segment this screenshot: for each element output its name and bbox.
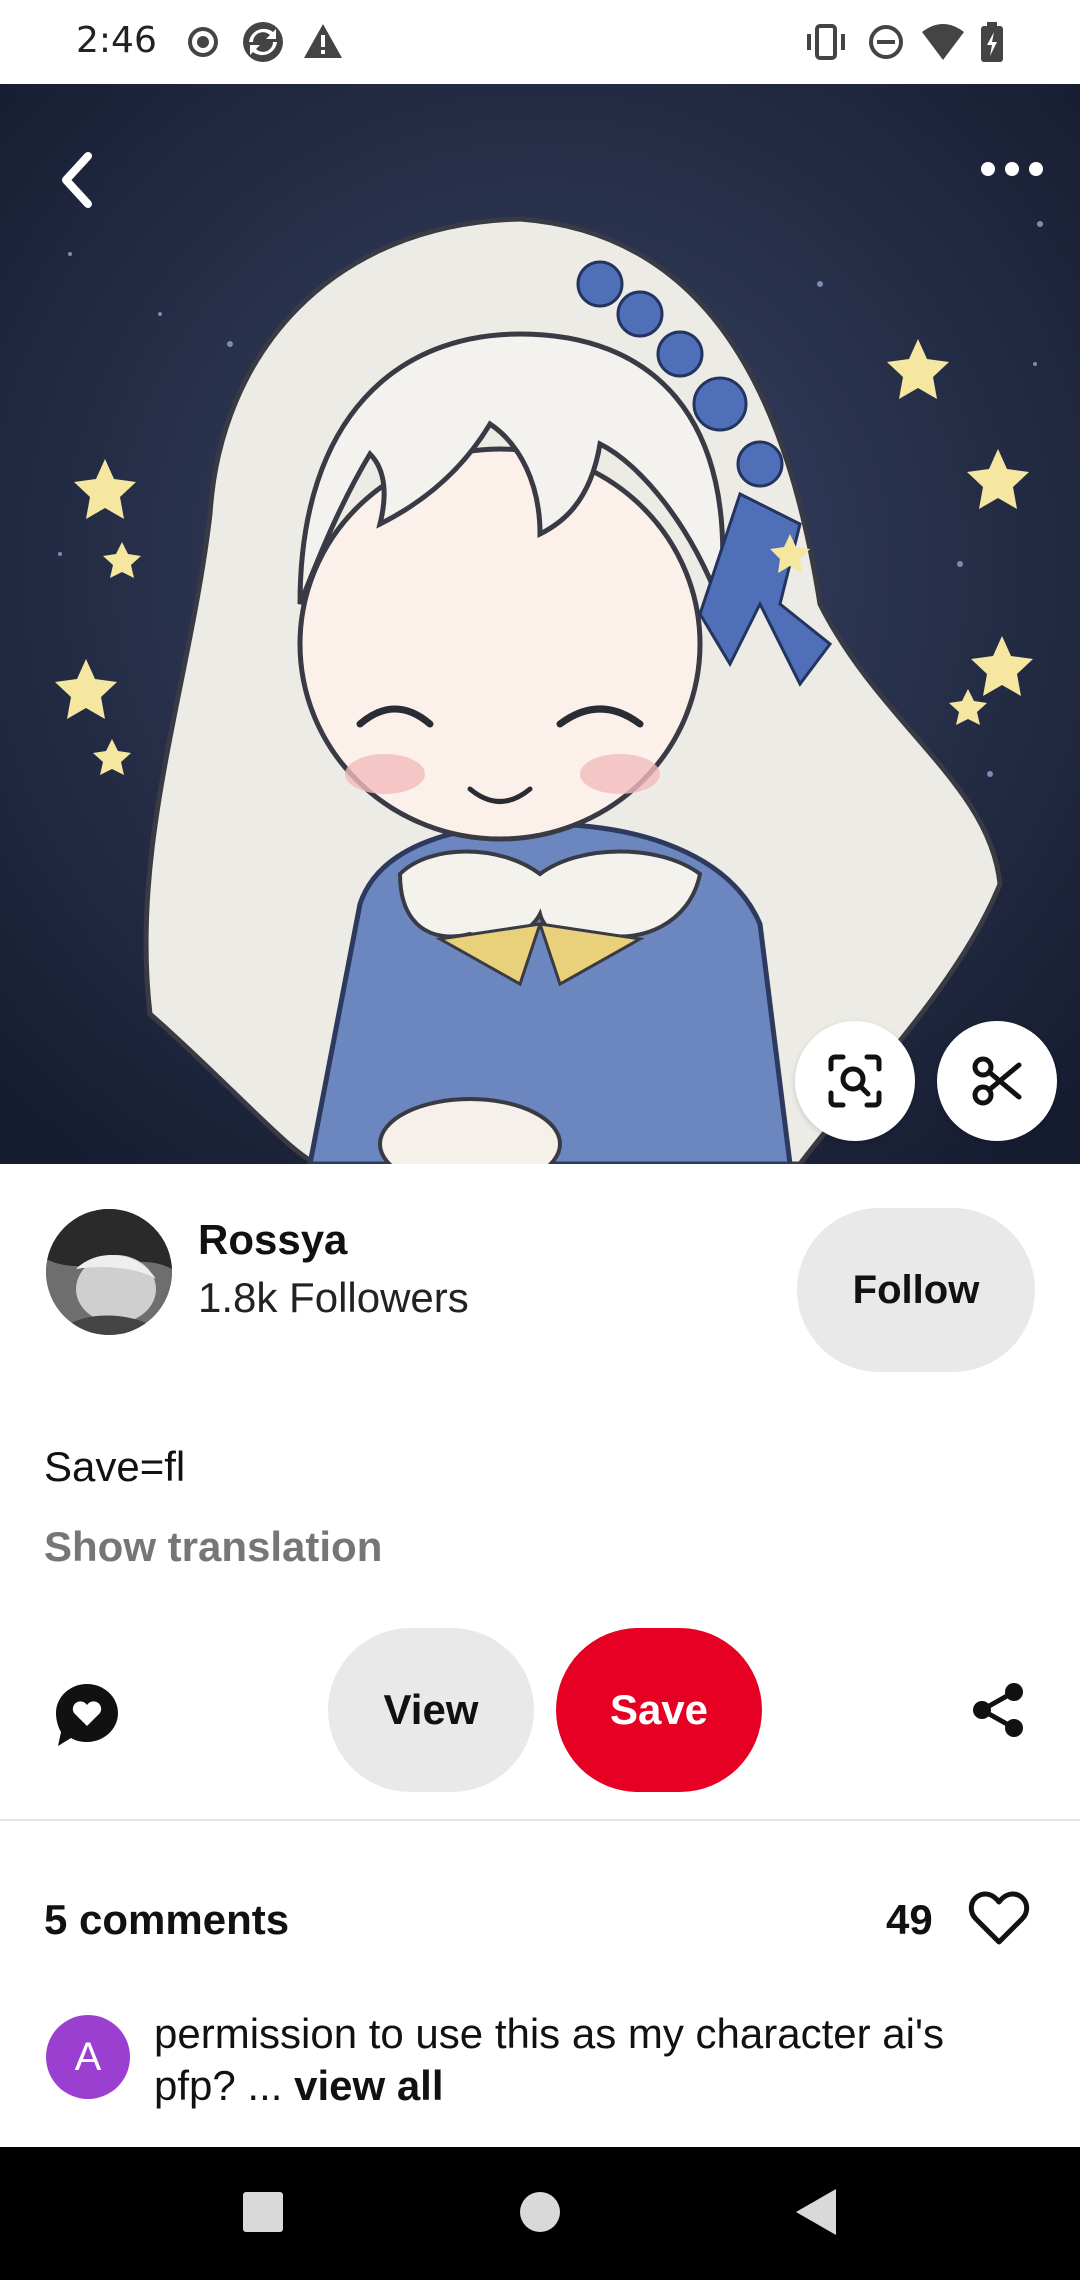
visual-search-icon — [828, 1054, 882, 1108]
status-time: 2:46 — [76, 20, 157, 61]
back-icon[interactable] — [44, 144, 116, 216]
warning-icon — [304, 24, 342, 58]
cutout-button[interactable] — [937, 1021, 1057, 1141]
pin-image[interactable] — [0, 84, 1080, 1164]
visual-search-button[interactable] — [795, 1021, 915, 1141]
show-translation-link[interactable]: Show translation — [44, 1523, 382, 1571]
scissors-icon — [972, 1056, 1022, 1106]
view-button[interactable]: View — [328, 1628, 534, 1792]
status-bar: 2:46 — [0, 0, 1080, 84]
pin-description: Save=fl — [44, 1443, 186, 1490]
heart-icon[interactable] — [968, 1890, 1030, 1948]
likes-count: 49 — [886, 1896, 933, 1943]
back-nav-icon[interactable] — [782, 2177, 852, 2247]
comments-count[interactable]: 5 comments — [44, 1896, 289, 1944]
creator-name[interactable]: Rossya — [198, 1216, 347, 1264]
recents-icon[interactable] — [228, 2177, 298, 2247]
creator-avatar[interactable] — [46, 1209, 172, 1335]
home-icon[interactable] — [505, 2177, 575, 2247]
comment-body: permission to use this as my character a… — [154, 2010, 944, 2109]
save-button[interactable]: Save — [556, 1628, 762, 1792]
divider — [0, 1819, 1080, 1821]
comment-heart-icon[interactable] — [52, 1680, 122, 1750]
share-icon[interactable] — [968, 1680, 1028, 1740]
vibrate-icon — [807, 24, 845, 60]
creator-row: Rossya 1.8k Followers Follow — [0, 1164, 1080, 1384]
wifi-icon — [922, 24, 964, 60]
record-icon — [188, 27, 218, 57]
more-icon[interactable] — [972, 144, 1052, 194]
follow-button[interactable]: Follow — [797, 1208, 1035, 1372]
battery-icon — [981, 22, 1003, 62]
commenter-avatar[interactable]: A — [46, 2015, 130, 2099]
sync-icon — [243, 22, 283, 62]
creator-followers: 1.8k Followers — [198, 1274, 469, 1321]
do-not-disturb-icon — [869, 25, 903, 59]
view-all-link[interactable]: view all — [294, 2062, 443, 2109]
action-row: View Save — [0, 1620, 1080, 1820]
pin-illustration — [0, 84, 1080, 1164]
avatar-image — [46, 1209, 172, 1335]
system-nav-bar — [0, 2147, 1080, 2280]
comment-text[interactable]: permission to use this as my character a… — [154, 2008, 1034, 2112]
